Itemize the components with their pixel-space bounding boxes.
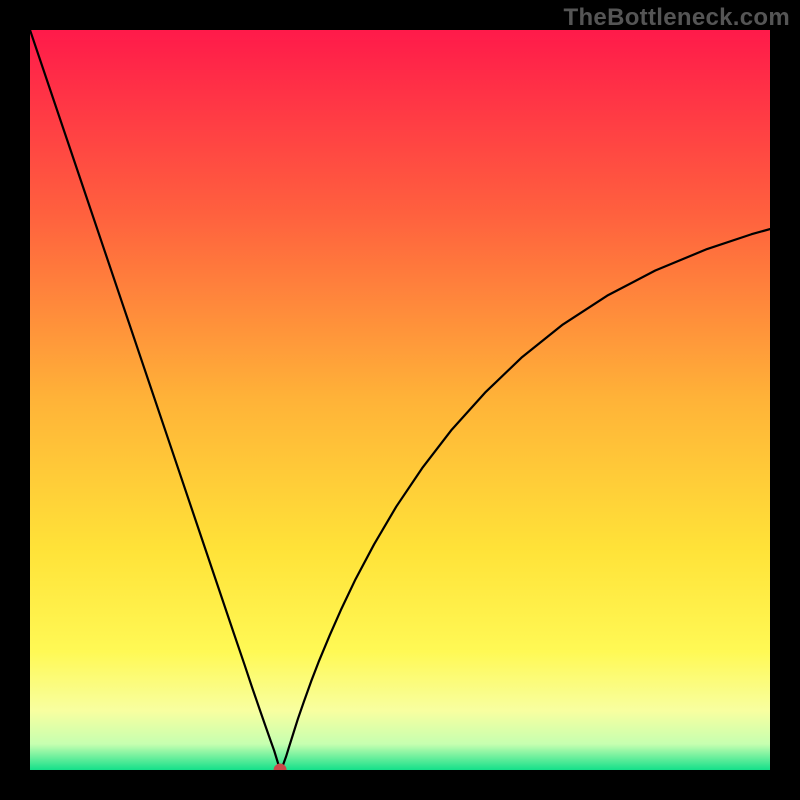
bottleneck-plot-svg	[30, 30, 770, 770]
plot-area	[30, 30, 770, 770]
chart-frame: { "attribution": "TheBottleneck.com", "c…	[0, 0, 800, 800]
plot-background	[30, 30, 770, 770]
attribution-label: TheBottleneck.com	[564, 4, 790, 32]
